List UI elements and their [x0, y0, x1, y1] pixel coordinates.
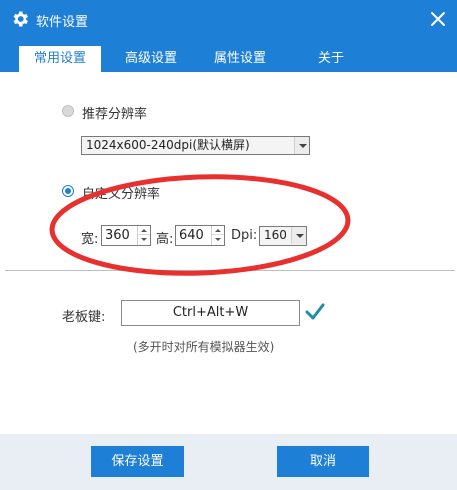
boss-key-note: (多开时对所有模拟器生效) [133, 340, 275, 354]
boss-key-label: 老板键: [62, 310, 106, 325]
chevron-down-icon [294, 137, 309, 154]
tab-bar: 常用设置 高级设置 属性设置 关于 [0, 40, 457, 72]
tab-advanced[interactable]: 高级设置 [112, 46, 190, 72]
decrement-icon[interactable] [212, 236, 224, 245]
tab-about[interactable]: 关于 [300, 46, 362, 72]
width-spinner[interactable]: 360 [101, 225, 151, 246]
height-spin-buttons [211, 226, 224, 245]
width-value: 360 [105, 228, 130, 243]
settings-panel: 推荐分辨率 1024x600-240dpi(默认横屏) 自定义分辨率 宽: 36… [0, 72, 457, 434]
gear-icon [13, 11, 28, 27]
dpi-label: Dpi: [231, 228, 258, 243]
height-label: 高: [156, 232, 174, 247]
increment-icon[interactable] [212, 226, 224, 235]
title-bar: 软件设置 [0, 0, 457, 40]
width-spin-buttons [137, 226, 150, 245]
boss-key-input[interactable]: Ctrl+Alt+W [121, 300, 300, 326]
dpi-select[interactable]: 160 [259, 226, 307, 246]
section-divider [5, 270, 455, 271]
footer-bar: 保存设置 取消 [0, 434, 457, 490]
increment-icon[interactable] [138, 226, 150, 235]
tab-properties[interactable]: 属性设置 [201, 46, 279, 72]
height-spinner[interactable]: 640 [175, 225, 225, 246]
custom-resolution-radio[interactable] [62, 185, 74, 197]
save-settings-button[interactable]: 保存设置 [91, 446, 184, 477]
recommended-resolution-label: 推荐分辨率 [82, 107, 148, 122]
recommended-resolution-radio[interactable] [62, 105, 74, 117]
tab-general[interactable]: 常用设置 [19, 46, 101, 72]
dpi-value: 160 [264, 228, 287, 242]
width-label: 宽: [81, 232, 99, 247]
preset-resolution-value: 1024x600-240dpi(默认横屏) [86, 138, 250, 152]
close-icon[interactable] [427, 8, 449, 30]
cancel-button[interactable]: 取消 [277, 446, 369, 477]
checkmark-icon [305, 303, 325, 320]
height-value: 640 [179, 228, 204, 243]
preset-resolution-select[interactable]: 1024x600-240dpi(默认横屏) [81, 136, 310, 155]
decrement-icon[interactable] [138, 236, 150, 245]
chevron-down-icon [291, 227, 306, 244]
custom-resolution-label: 自定义分辨率 [82, 187, 161, 202]
window-title: 软件设置 [36, 15, 89, 30]
